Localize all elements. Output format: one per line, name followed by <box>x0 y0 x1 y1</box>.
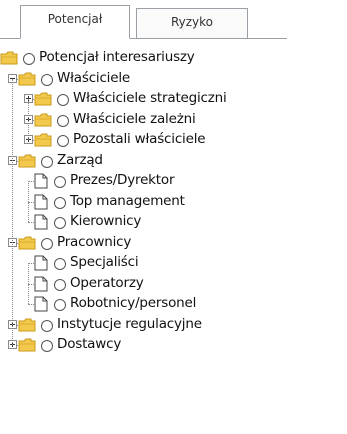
document-icon <box>34 296 48 312</box>
document-icon <box>34 194 48 210</box>
folder-icon <box>18 236 36 250</box>
stakeholder-tree: Potencjał interesariuszy Właściciele Właśc… <box>0 48 347 356</box>
tree-connector <box>28 263 29 304</box>
radio-button[interactable] <box>41 319 53 332</box>
tree-node-label: Właściciele strategiczni <box>73 90 227 106</box>
tree-node-label: Pracownicy <box>57 233 132 250</box>
tree-node-label: Top management <box>70 192 185 209</box>
tree-node[interactable]: Robotnicy/personel <box>0 294 347 315</box>
tree-node-label: Instytucje regulacyjne <box>57 315 202 332</box>
tree-node-label: Operatorzy <box>70 274 144 291</box>
radio-button[interactable] <box>54 217 66 229</box>
tree-connector <box>28 99 29 140</box>
folder-icon <box>34 133 52 147</box>
tree-node[interactable]: Operatorzy <box>0 274 347 295</box>
tree-node[interactable]: Pozostali właściciele <box>0 130 347 151</box>
tree-node[interactable]: Właściciele strategiczni <box>0 89 347 110</box>
document-icon <box>34 255 48 271</box>
radio-button[interactable] <box>41 340 53 352</box>
tree-node[interactable]: Zarząd <box>0 151 347 172</box>
tree-connector <box>28 181 29 222</box>
tree-node[interactable]: Instytucje regulacyjne <box>0 315 347 336</box>
tab-bar: Potencjał Ryzyko <box>0 0 347 40</box>
radio-button[interactable] <box>54 299 66 311</box>
tree-node[interactable]: Dostawcy <box>0 335 347 356</box>
radio-button[interactable] <box>23 53 35 65</box>
radio-button[interactable] <box>54 258 66 270</box>
tree-node[interactable]: Potencjał interesariuszy <box>0 48 347 69</box>
tree-node-label: Właściciele zależni <box>73 110 196 127</box>
tab-ryzyko[interactable]: Ryzyko <box>136 8 248 38</box>
document-icon <box>34 214 48 230</box>
document-icon <box>34 173 48 189</box>
tree-node[interactable]: Właściciele <box>0 69 347 90</box>
radio-button[interactable] <box>41 237 53 250</box>
folder-icon <box>18 72 36 86</box>
folder-icon <box>18 318 36 332</box>
tree-node-label: Kierownicy <box>70 213 142 229</box>
tree-node-label: Dostawcy <box>57 336 122 352</box>
folder-icon <box>34 92 52 106</box>
document-icon <box>34 276 48 292</box>
tree-node[interactable]: Pracownicy <box>0 233 347 254</box>
radio-button[interactable] <box>54 176 66 188</box>
tree-connector <box>12 78 13 345</box>
tree-node[interactable]: Specjaliści <box>0 253 347 274</box>
folder-icon <box>0 51 18 65</box>
folder-icon <box>18 154 36 168</box>
tree-node-label: Właściciele <box>57 69 130 86</box>
radio-button[interactable] <box>57 94 69 106</box>
radio-button[interactable] <box>54 278 66 291</box>
tab-potencjal[interactable]: Potencjał <box>20 5 130 39</box>
tree-node[interactable]: Prezes/Dyrektor <box>0 171 347 192</box>
tree-node-label: Potencjał interesariuszy <box>39 49 195 65</box>
tree-node[interactable]: Top management <box>0 192 347 213</box>
tree-node[interactable]: Właściciele zależni <box>0 110 347 131</box>
radio-button[interactable] <box>57 114 69 127</box>
tree-node-label: Zarząd <box>57 151 103 168</box>
tree-node-label: Pozostali właściciele <box>73 131 206 147</box>
radio-button[interactable] <box>41 155 53 168</box>
folder-icon <box>18 338 36 352</box>
tree-node[interactable]: Kierownicy <box>0 212 347 233</box>
radio-button[interactable] <box>54 196 66 209</box>
tree-node-label: Prezes/Dyrektor <box>70 172 175 188</box>
radio-button[interactable] <box>57 135 69 147</box>
folder-icon <box>34 113 52 127</box>
radio-button[interactable] <box>41 73 53 86</box>
tree-node-label: Specjaliści <box>70 254 139 270</box>
tree-node-label: Robotnicy/personel <box>70 295 197 311</box>
